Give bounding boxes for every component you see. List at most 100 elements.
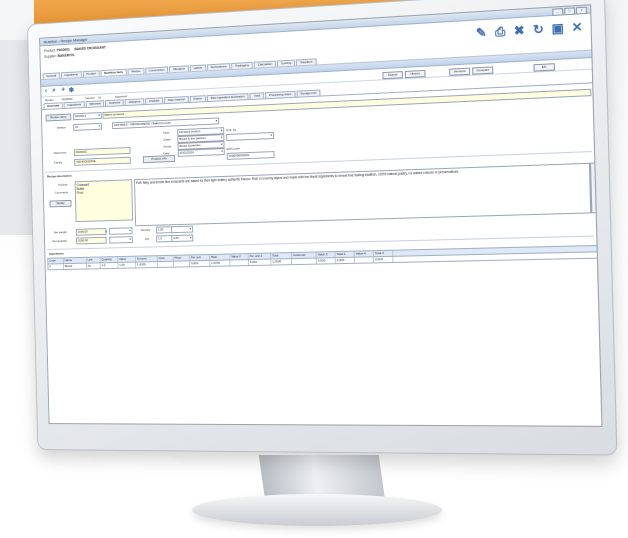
class-label: Class bbox=[163, 137, 171, 142]
recipe-name-code-field[interactable]: PA00001 bbox=[72, 112, 102, 121]
close-icon[interactable]: ✕ bbox=[570, 20, 584, 35]
tab-claims[interactable]: Claims bbox=[189, 95, 206, 102]
recipe-name-button[interactable]: Recipe name bbox=[45, 113, 72, 122]
density-field[interactable]: 1,00 bbox=[155, 226, 173, 234]
table-cell[interactable]: 0,000 bbox=[248, 259, 272, 266]
table-cell[interactable] bbox=[173, 261, 191, 267]
recipe-label: Recipe bbox=[45, 97, 54, 103]
table-cell[interactable]: 1.0 bbox=[100, 262, 119, 269]
tab-yield[interactable]: Yield bbox=[249, 92, 265, 100]
save-icon[interactable]: ▣ bbox=[551, 21, 565, 36]
density-unit-select[interactable] bbox=[171, 225, 194, 234]
table-cell[interactable] bbox=[230, 260, 249, 266]
tab-calculation[interactable]: Calculation bbox=[253, 60, 277, 68]
column-header[interactable]: Value 3 bbox=[316, 252, 336, 258]
tab-packaging[interactable]: Packaging bbox=[231, 61, 253, 69]
product-list[interactable]: Croissant Butter Flour bbox=[74, 179, 134, 223]
net-unit-select[interactable] bbox=[109, 236, 133, 244]
grid-title: Ingredients bbox=[48, 251, 64, 256]
search-icon[interactable]: ⌕ bbox=[52, 87, 56, 95]
unit-select[interactable] bbox=[109, 227, 133, 235]
tab-allergens[interactable]: Allergens bbox=[169, 65, 189, 73]
column-header[interactable]: Price bbox=[173, 255, 190, 261]
column-header[interactable]: Total 3 bbox=[373, 250, 394, 257]
tab-overview[interactable]: Overview bbox=[43, 102, 64, 110]
refresh-icon[interactable]: ↻ bbox=[531, 22, 545, 37]
table-cell[interactable]: 0,000 bbox=[316, 258, 336, 264]
type-label: Type bbox=[162, 130, 170, 135]
tab-analysis[interactable]: Analysis bbox=[145, 97, 164, 105]
reference-field[interactable]: PA00001 bbox=[73, 146, 131, 157]
tab-materials[interactable]: Materials bbox=[85, 100, 105, 107]
table-cell[interactable]: 0,000 bbox=[190, 260, 211, 267]
back-icon[interactable]: ‹ bbox=[45, 88, 47, 95]
column-header[interactable]: Unit bbox=[86, 257, 101, 263]
column-header[interactable]: Code bbox=[48, 258, 64, 264]
column-header[interactable]: Per unit 2 bbox=[248, 253, 272, 260]
qty-field[interactable]: 1,0 bbox=[156, 235, 173, 243]
tab-costing[interactable]: Costing bbox=[277, 59, 296, 67]
remove-icon[interactable]: ✱ bbox=[69, 86, 75, 94]
table-cell[interactable]: 1,00 bbox=[118, 262, 137, 268]
table-cell[interactable]: 1,0000 bbox=[136, 262, 158, 268]
description-scrollbar[interactable] bbox=[589, 162, 599, 214]
tab-raw-material[interactable]: Raw material bbox=[164, 96, 189, 104]
class-extra-field[interactable] bbox=[226, 131, 275, 141]
column-header[interactable]: Cost bbox=[157, 255, 174, 262]
column-header[interactable]: Total 2 bbox=[335, 251, 355, 258]
qty-unit-select[interactable]: 0,00 bbox=[171, 234, 194, 243]
tab-detail-ingredients[interactable]: Ingredients bbox=[63, 101, 85, 109]
product-field-label: Product bbox=[58, 182, 68, 187]
column-header[interactable]: Value 4 bbox=[354, 251, 374, 257]
monitor-stand-base bbox=[192, 494, 442, 526]
language-select[interactable]: EN bbox=[533, 63, 556, 72]
net-quantity-field[interactable]: 1000,00 bbox=[76, 236, 107, 245]
printer-icon[interactable]: ⎙ bbox=[493, 24, 507, 39]
tab-ingredients[interactable]: Ingredients bbox=[60, 71, 82, 79]
modify-button[interactable]: Modify bbox=[49, 199, 72, 208]
date-field[interactable]: 01/01/2016 bbox=[177, 148, 225, 157]
versions-button[interactable]: Versions bbox=[449, 67, 471, 76]
column-header[interactable]: Amount bbox=[135, 256, 158, 262]
family-field[interactable]: VIENNOISERIE bbox=[74, 156, 131, 166]
ean-field[interactable]: 3000000000001 bbox=[226, 151, 275, 160]
table-cell[interactable]: 0,000 bbox=[373, 256, 394, 263]
tab-labels[interactable]: Labels bbox=[189, 64, 206, 72]
add-icon[interactable]: + bbox=[61, 87, 65, 94]
tab-detail-allergens[interactable]: Allergens bbox=[124, 98, 145, 106]
column-header[interactable]: Quantity bbox=[100, 257, 119, 263]
delete-icon[interactable]: ✖ bbox=[512, 23, 526, 38]
tab-suppliers[interactable]: Suppliers bbox=[296, 58, 317, 66]
table-cell[interactable] bbox=[291, 258, 317, 265]
pencil-icon[interactable]: ✎ bbox=[474, 25, 488, 40]
tab-nutrients[interactable]: Nutrients bbox=[105, 99, 125, 107]
table-cell[interactable]: kg bbox=[86, 263, 101, 269]
column-header[interactable]: Value 2 bbox=[230, 254, 249, 260]
column-header[interactable]: Per unit bbox=[189, 254, 211, 261]
search-button[interactable]: Search bbox=[382, 71, 403, 80]
tab-recipe[interactable]: Recipe bbox=[127, 67, 145, 75]
table-cell[interactable]: 1,0000 bbox=[210, 260, 231, 266]
column-header[interactable]: Rate bbox=[209, 254, 231, 260]
tab-general[interactable]: General bbox=[42, 72, 60, 80]
compare-button[interactable]: Compare bbox=[472, 66, 494, 75]
table-cell[interactable]: 0,000 bbox=[335, 257, 355, 264]
tab-product[interactable]: Product bbox=[82, 70, 100, 77]
table-cell[interactable] bbox=[354, 257, 375, 263]
column-header[interactable]: Value bbox=[118, 256, 137, 262]
table-cell[interactable]: 1,0000 bbox=[271, 259, 293, 265]
column-header[interactable]: Name bbox=[63, 257, 87, 264]
table-cell[interactable] bbox=[157, 261, 174, 267]
net-weight-field[interactable]: 1000,00 bbox=[75, 228, 107, 236]
table-cell[interactable]: Bread bbox=[63, 263, 87, 269]
tab-storage-info[interactable]: Storage info bbox=[296, 89, 321, 97]
table-cell[interactable]: 0 bbox=[48, 264, 64, 270]
qty-label: Qty bbox=[144, 236, 150, 241]
version-field[interactable]: 01 bbox=[73, 122, 102, 131]
history-button[interactable]: History bbox=[404, 69, 426, 79]
description-text[interactable]: Puff, flaky and tender fine croissants a… bbox=[134, 162, 592, 227]
product-info-button[interactable]: Product info bbox=[142, 155, 176, 164]
description-section-title: Recipe description bbox=[47, 173, 72, 179]
column-header[interactable]: Total bbox=[271, 253, 292, 259]
column-header[interactable]: Customer bbox=[291, 252, 317, 259]
